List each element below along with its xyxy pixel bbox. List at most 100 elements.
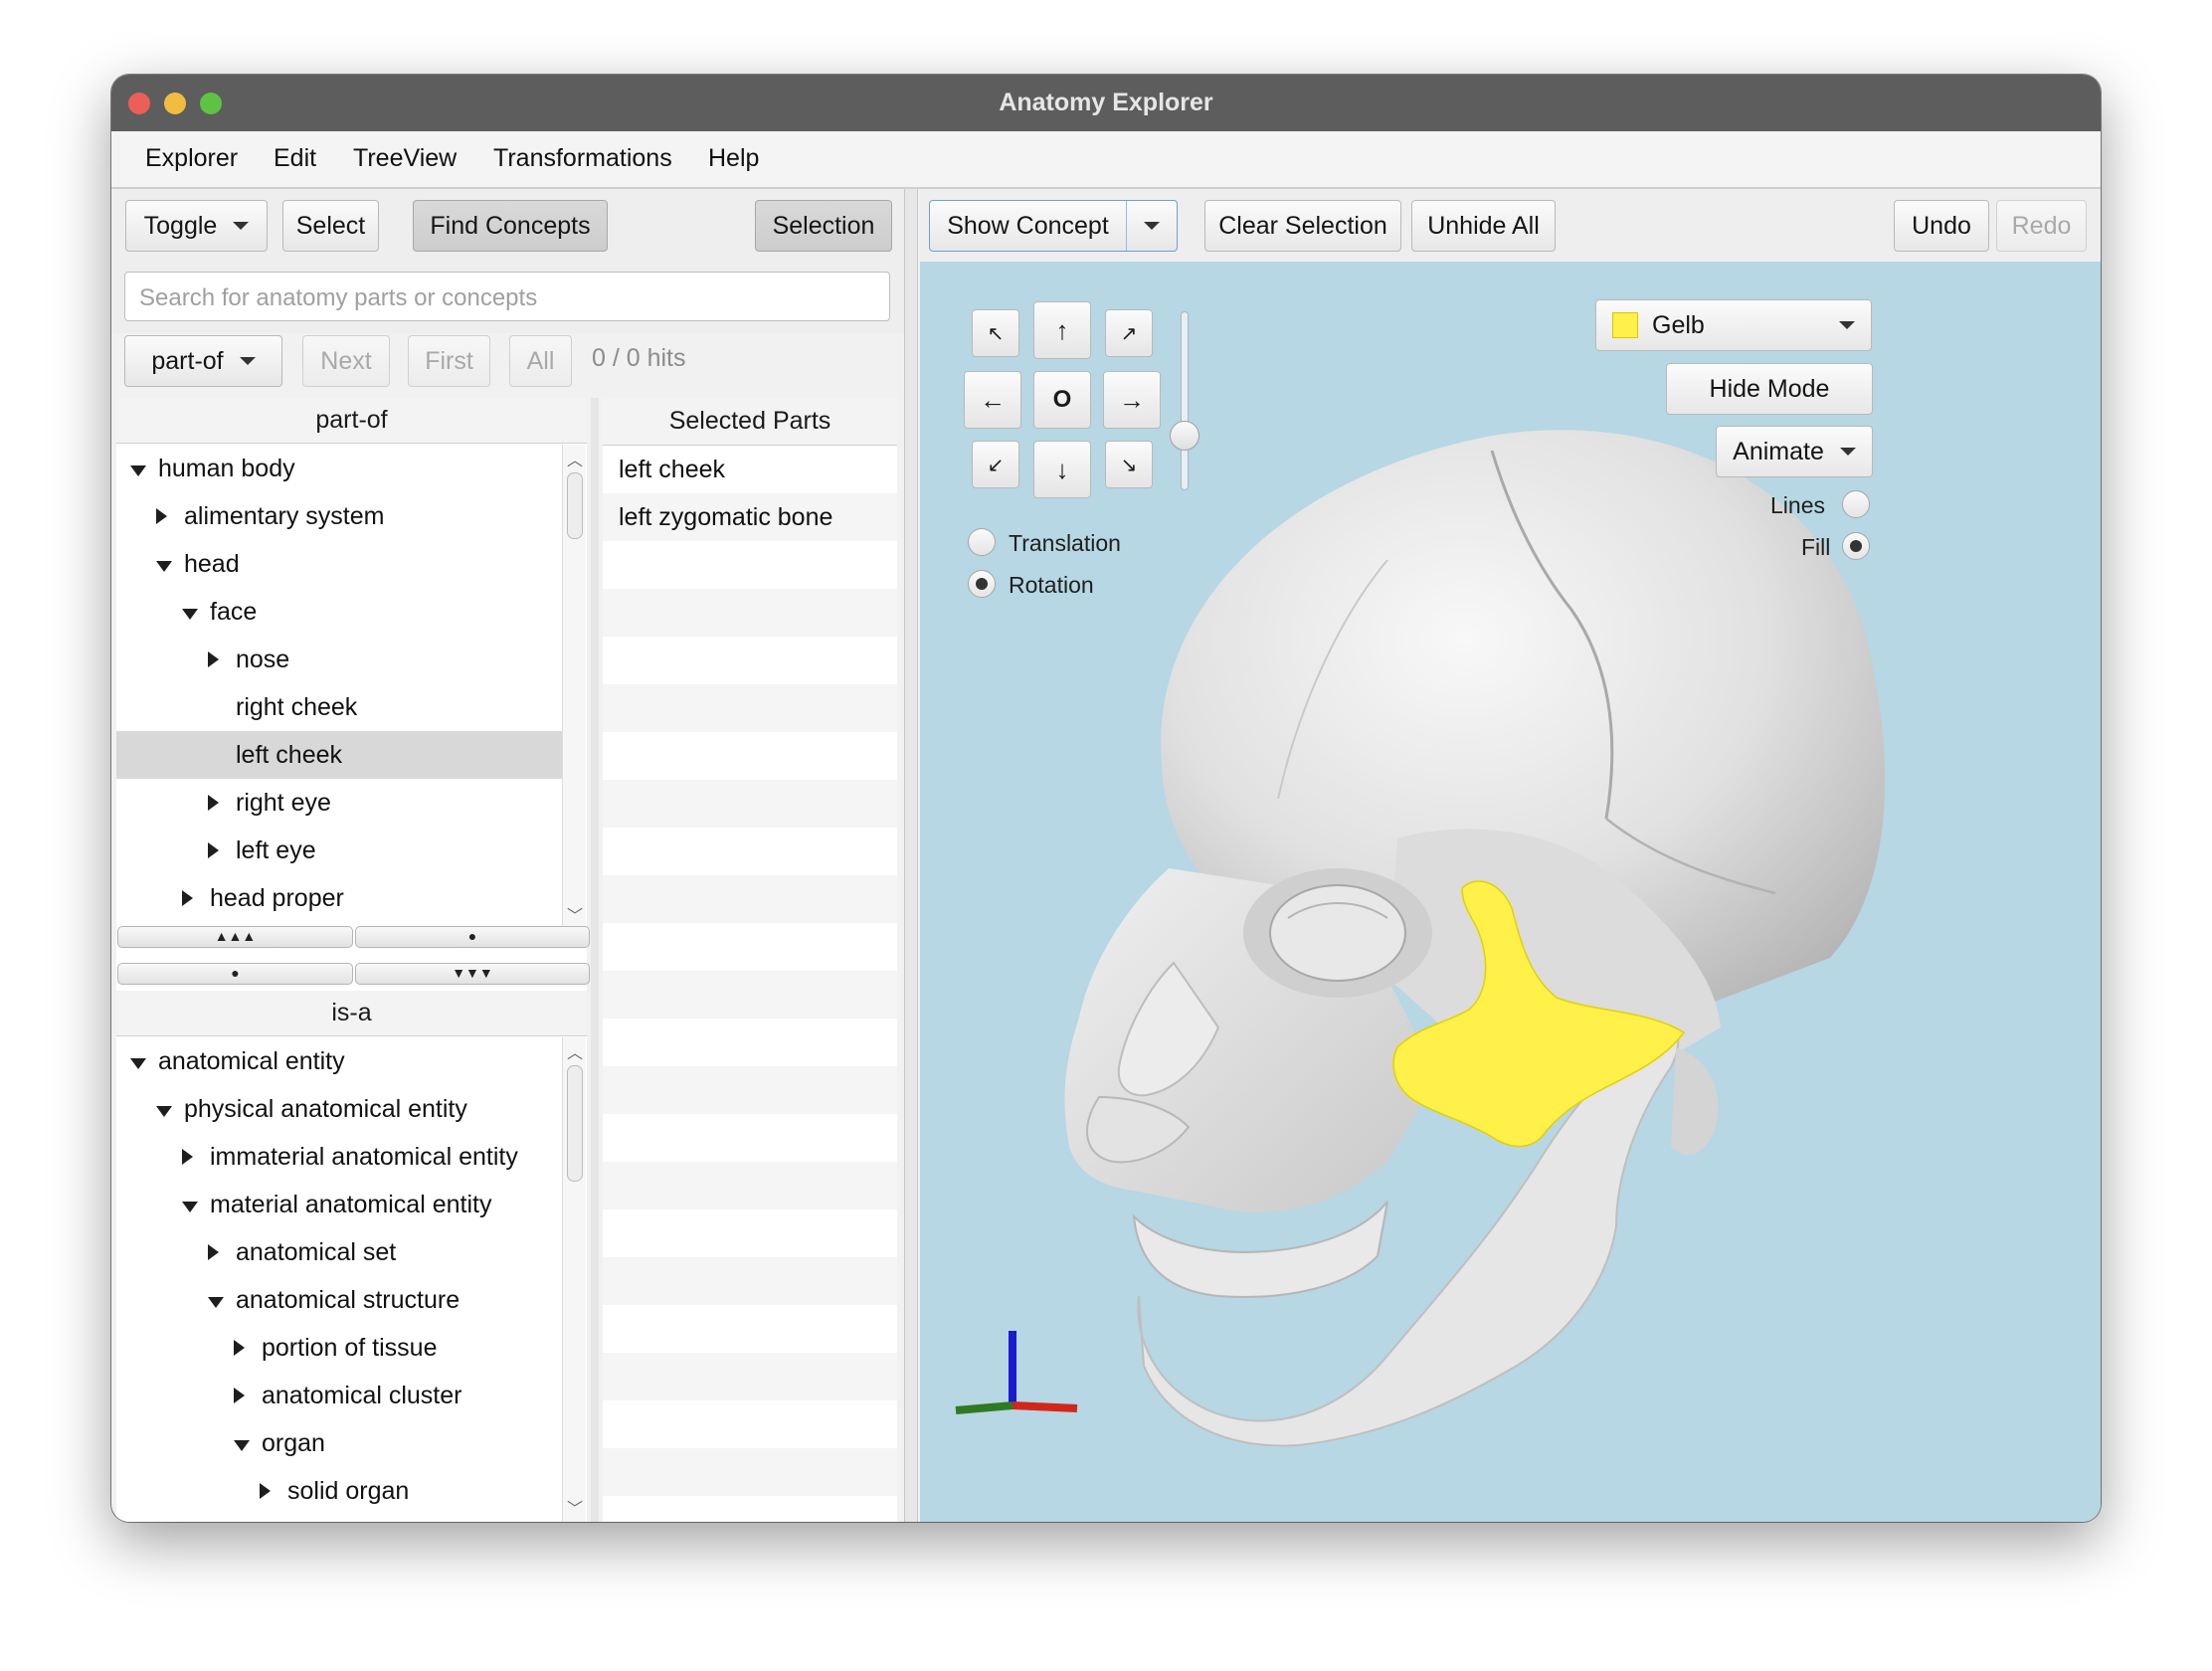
show-concept-label[interactable]: Show Concept	[930, 212, 1126, 241]
menu-edit[interactable]: Edit	[274, 144, 316, 173]
tree-row[interactable]: head	[116, 540, 562, 588]
menu-treeview[interactable]: TreeView	[353, 144, 457, 173]
tree-toggle[interactable]	[182, 1191, 202, 1219]
tree-row[interactable]: right eye	[116, 779, 562, 827]
tree-toggle[interactable]	[156, 1095, 176, 1124]
unhide-all-button[interactable]: Unhide All	[1411, 200, 1556, 252]
move-up-left-button[interactable]: ↖	[972, 309, 1019, 357]
clear-selection-button[interactable]: Clear Selection	[1204, 200, 1401, 252]
all-button[interactable]: All	[509, 335, 572, 387]
list-item[interactable]	[603, 1400, 897, 1448]
tree-row[interactable]: anatomical entity	[116, 1037, 562, 1085]
expand-arrow-icon[interactable]	[208, 1296, 224, 1308]
relation-select[interactable]: part-of	[124, 335, 282, 387]
tree-toggle[interactable]	[182, 598, 202, 627]
move-divider-down-button[interactable]: ▼▼▼	[355, 963, 590, 985]
list-item[interactable]	[603, 1448, 897, 1496]
lines-radio[interactable]	[1842, 490, 1870, 518]
list-item[interactable]	[603, 923, 897, 971]
tree-row[interactable]: human body	[116, 445, 562, 492]
tree-row[interactable]: immaterial anatomical entity	[116, 1133, 562, 1181]
find-concepts-button[interactable]: Find Concepts	[413, 200, 608, 252]
scroll-down-icon[interactable]: ﹀	[567, 902, 583, 926]
tree-row[interactable]: portion of tissue	[116, 1324, 562, 1372]
list-item[interactable]	[603, 541, 897, 589]
list-item[interactable]	[603, 1114, 897, 1162]
scroll-up-icon[interactable]: ︿	[567, 447, 583, 470]
divider-center-button[interactable]: ●	[355, 926, 590, 948]
zoom-slider[interactable]	[1181, 311, 1189, 490]
list-item[interactable]	[603, 637, 897, 684]
tree-toggle[interactable]	[182, 1143, 202, 1172]
expand-arrow-icon[interactable]	[130, 464, 146, 476]
list-item[interactable]	[603, 732, 897, 780]
list-item[interactable]	[603, 1162, 897, 1209]
collapse-arrow-icon[interactable]	[234, 1387, 245, 1403]
tree-row[interactable]: left eye	[116, 827, 562, 874]
tree-toggle[interactable]	[234, 1334, 254, 1363]
tree-toggle[interactable]	[156, 550, 176, 579]
menu-help[interactable]: Help	[708, 144, 759, 173]
collapse-arrow-icon[interactable]	[182, 1148, 193, 1165]
tree-row[interactable]: organ	[116, 1419, 562, 1467]
divider-center-button-2[interactable]: ●	[117, 963, 353, 985]
tree-toggle[interactable]	[208, 789, 228, 818]
scrollbar-thumb[interactable]	[567, 1065, 583, 1182]
zoom-slider-thumb[interactable]	[1170, 421, 1199, 451]
tree-row[interactable]: physical anatomical entity	[116, 1085, 562, 1133]
tree-toggle[interactable]	[130, 455, 150, 483]
color-select[interactable]: Gelb	[1595, 299, 1872, 351]
tree-row[interactable]: anatomical set	[116, 1228, 562, 1276]
list-item[interactable]	[603, 1257, 897, 1305]
skull-model[interactable]	[920, 262, 2101, 1522]
move-left-button[interactable]: ←	[964, 371, 1021, 429]
tree-row[interactable]: alimentary system	[116, 492, 562, 540]
list-item[interactable]	[603, 684, 897, 732]
tree-row[interactable]: solid organ	[116, 1467, 562, 1515]
list-item[interactable]	[603, 971, 897, 1019]
tree-toggle[interactable]	[182, 884, 202, 913]
expand-arrow-icon[interactable]	[156, 1105, 172, 1117]
tree-toggle[interactable]	[208, 1286, 228, 1315]
list-item[interactable]	[603, 875, 897, 923]
collapse-arrow-icon[interactable]	[260, 1482, 271, 1499]
toggle-button[interactable]: Toggle	[125, 200, 268, 252]
tree-toggle[interactable]	[130, 1047, 150, 1076]
expand-arrow-icon[interactable]	[234, 1439, 250, 1451]
scroll-down-icon[interactable]: ﹀	[567, 1495, 583, 1519]
menu-explorer[interactable]: Explorer	[145, 144, 238, 173]
expand-arrow-icon[interactable]	[182, 608, 198, 620]
selection-button[interactable]: Selection	[755, 200, 892, 252]
move-down-right-button[interactable]: ↘	[1105, 441, 1153, 488]
list-item[interactable]	[603, 828, 897, 875]
list-item[interactable]	[603, 780, 897, 828]
tree-row[interactable]: material anatomical entity	[116, 1181, 562, 1228]
expand-arrow-icon[interactable]	[130, 1057, 146, 1069]
menu-transformations[interactable]: Transformations	[493, 144, 672, 173]
list-item[interactable]	[603, 589, 897, 637]
rotation-radio[interactable]	[968, 570, 996, 598]
tree-row[interactable]: face	[116, 588, 562, 636]
move-divider-up-button[interactable]: ▲▲▲	[117, 926, 353, 948]
collapse-arrow-icon[interactable]	[208, 650, 219, 667]
show-concept-dropdown[interactable]	[1126, 201, 1177, 251]
move-down-left-button[interactable]: ↙	[972, 441, 1019, 488]
animate-button[interactable]: Animate	[1716, 426, 1873, 477]
search-input[interactable]: Search for anatomy parts or concepts	[124, 272, 890, 321]
3d-viewport[interactable]: ↖ ↑ ↗ ← O → ↙ ↓ ↘ Translation Rotation G…	[920, 262, 2101, 1522]
tree-row[interactable]: left cheek	[116, 731, 562, 779]
list-item[interactable]	[603, 1353, 897, 1400]
collapse-arrow-icon[interactable]	[156, 507, 167, 524]
list-item[interactable]: left zygomatic bone	[603, 493, 897, 541]
tree-toggle[interactable]	[234, 1429, 254, 1458]
tree-toggle[interactable]	[156, 502, 176, 531]
expand-arrow-icon[interactable]	[182, 1201, 198, 1212]
hide-mode-button[interactable]: Hide Mode	[1666, 363, 1873, 415]
pane-divider[interactable]	[591, 398, 599, 1522]
tree-row[interactable]: right cheek	[116, 683, 562, 731]
split-pane-divider[interactable]	[904, 189, 918, 1522]
list-item[interactable]: left cheek	[603, 446, 897, 493]
next-button[interactable]: Next	[302, 335, 390, 387]
translation-radio[interactable]	[968, 528, 996, 556]
tree-toggle[interactable]	[208, 646, 228, 674]
